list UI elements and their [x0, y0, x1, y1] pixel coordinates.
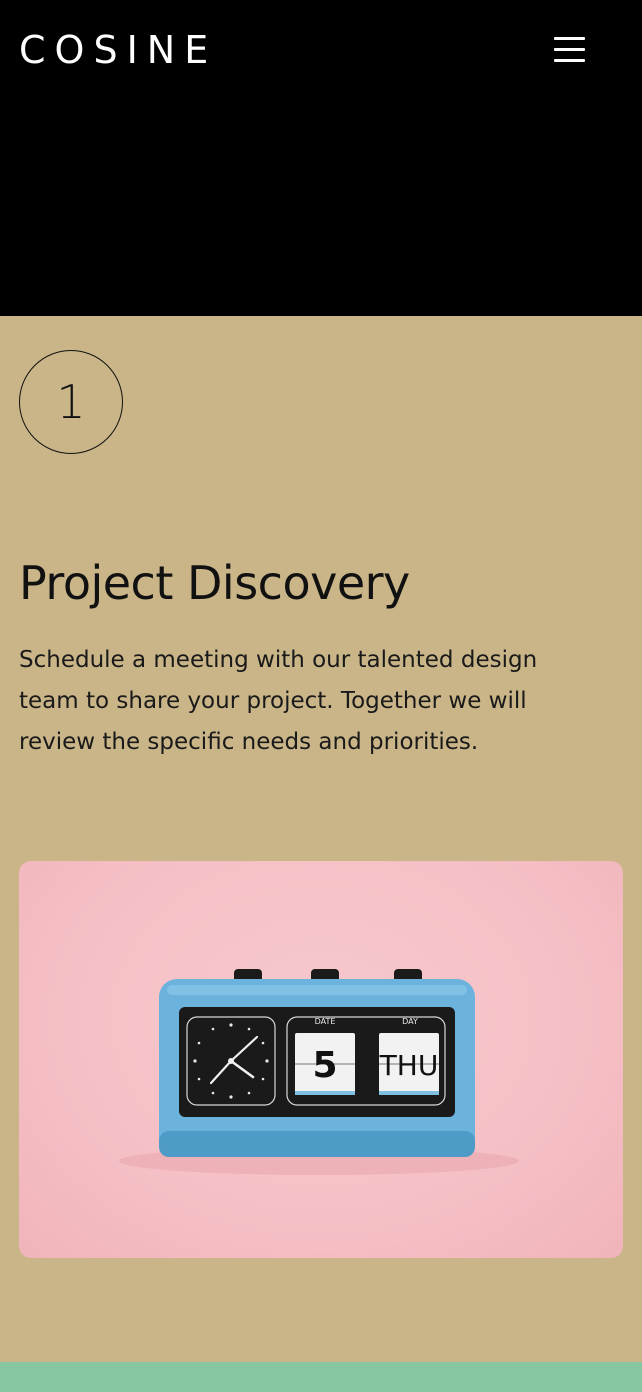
brand-logo[interactable]: COSINE: [19, 28, 217, 72]
menu-line: [554, 37, 585, 40]
process-step-section: 1 Project Discovery Schedule a meeting w…: [0, 316, 642, 1362]
day-value: THU: [379, 1049, 439, 1082]
site-header: COSINE: [0, 0, 642, 316]
step-title: Project Discovery: [19, 556, 410, 610]
step-description: Schedule a meeting with our talented des…: [19, 647, 538, 755]
menu-line: [554, 59, 585, 62]
menu-line: [554, 48, 585, 51]
hamburger-menu-icon[interactable]: [548, 30, 590, 70]
next-section-band: [0, 1362, 642, 1392]
date-value: 5: [312, 1045, 337, 1086]
date-label: DATE: [315, 1017, 336, 1026]
step-number-badge: 1: [19, 350, 123, 454]
flip-clock-illustration: DATE DAY 5 THU: [119, 969, 519, 1175]
step-photo: DATE DAY 5 THU: [19, 861, 623, 1258]
day-label: DAY: [402, 1017, 418, 1026]
